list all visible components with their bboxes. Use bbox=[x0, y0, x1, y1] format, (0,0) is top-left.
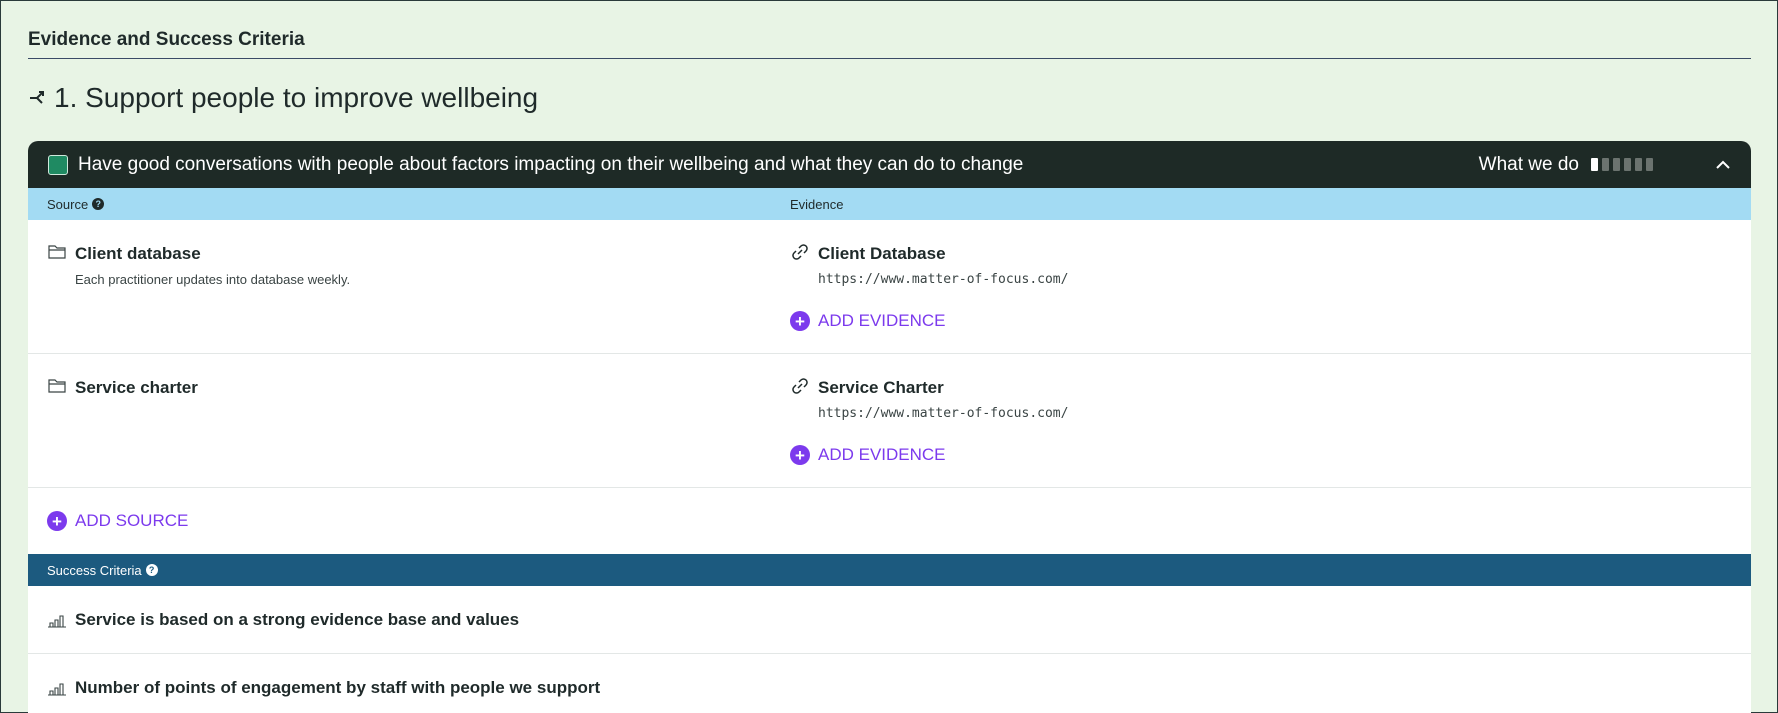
progress-segment bbox=[1624, 158, 1631, 171]
page-heading: Evidence and Success Criteria bbox=[28, 29, 1751, 59]
evidence-name[interactable]: Service Charter bbox=[818, 378, 1068, 398]
success-criterion-row[interactable]: Number of points of engagement by staff … bbox=[28, 654, 1751, 713]
plus-circle-icon: + bbox=[790, 311, 810, 331]
success-criterion-text: Service is based on a strong evidence ba… bbox=[75, 609, 520, 629]
question-icon[interactable]: ? bbox=[92, 198, 105, 210]
progress-segment bbox=[1602, 158, 1609, 171]
evidence-column-label: Evidence bbox=[790, 196, 844, 212]
card-meta: What we do bbox=[1479, 154, 1731, 176]
evidence-page: Evidence and Success Criteria 1. Support… bbox=[28, 1, 1751, 713]
outcome-title: 1. Support people to improve wellbeing bbox=[28, 81, 1751, 115]
progress-indicator bbox=[1591, 158, 1653, 171]
source-description: Each practitioner updates into database … bbox=[75, 272, 351, 287]
plus-circle-icon: + bbox=[47, 511, 67, 531]
success-criterion-row[interactable]: Service is based on a strong evidence ba… bbox=[28, 586, 1751, 654]
card-meta-label: What we do bbox=[1478, 153, 1579, 175]
add-evidence-label: ADD EVIDENCE bbox=[818, 311, 946, 330]
add-source-button[interactable]: + ADD SOURCE bbox=[47, 511, 188, 531]
success-criteria-header: Success Criteria ? bbox=[28, 554, 1751, 586]
branch-icon bbox=[30, 91, 44, 104]
add-source-row: + ADD SOURCE bbox=[28, 488, 1751, 554]
source-row: Client database Each practitioner update… bbox=[28, 220, 1751, 354]
activity-card: Have good conversations with people abou… bbox=[28, 141, 1751, 713]
progress-segment bbox=[1613, 158, 1620, 171]
bar-chart-icon bbox=[48, 682, 66, 696]
success-criteria-label: Success Criteria bbox=[47, 562, 142, 578]
add-source-label: ADD SOURCE bbox=[75, 511, 189, 530]
source-row: Service charter Service Charter https://… bbox=[28, 354, 1751, 488]
success-criterion-text: Number of points of engagement by staff … bbox=[75, 677, 601, 697]
outcome-title-text: 1. Support people to improve wellbeing bbox=[54, 82, 539, 113]
bar-chart-icon bbox=[48, 614, 66, 628]
source-column-header: Source ? Evidence bbox=[28, 188, 1751, 220]
plus-circle-icon: + bbox=[790, 445, 810, 465]
progress-segment bbox=[1635, 158, 1642, 171]
link-icon bbox=[792, 244, 808, 260]
add-evidence-button[interactable]: + ADD EVIDENCE bbox=[790, 445, 1068, 465]
source-name[interactable]: Service charter bbox=[75, 378, 198, 398]
activity-color-swatch bbox=[48, 154, 68, 175]
card-title: Have good conversations with people abou… bbox=[78, 153, 1024, 175]
folder-icon bbox=[48, 379, 66, 393]
question-icon[interactable]: ? bbox=[145, 564, 158, 576]
evidence-name[interactable]: Client Database bbox=[818, 244, 1068, 264]
source-name[interactable]: Client database bbox=[75, 244, 350, 264]
evidence-url[interactable]: https://www.matter-of-focus.com/ bbox=[818, 406, 1068, 421]
card-header[interactable]: Have good conversations with people abou… bbox=[28, 141, 1751, 188]
folder-icon bbox=[48, 245, 66, 259]
add-evidence-label: ADD EVIDENCE bbox=[818, 445, 946, 464]
source-column-label: Source bbox=[47, 196, 89, 212]
progress-segment bbox=[1646, 158, 1653, 171]
evidence-url[interactable]: https://www.matter-of-focus.com/ bbox=[818, 272, 1068, 287]
chevron-up-icon[interactable] bbox=[1715, 157, 1731, 173]
add-evidence-button[interactable]: + ADD EVIDENCE bbox=[790, 311, 1068, 331]
progress-segment bbox=[1591, 158, 1598, 171]
link-icon bbox=[792, 378, 808, 394]
